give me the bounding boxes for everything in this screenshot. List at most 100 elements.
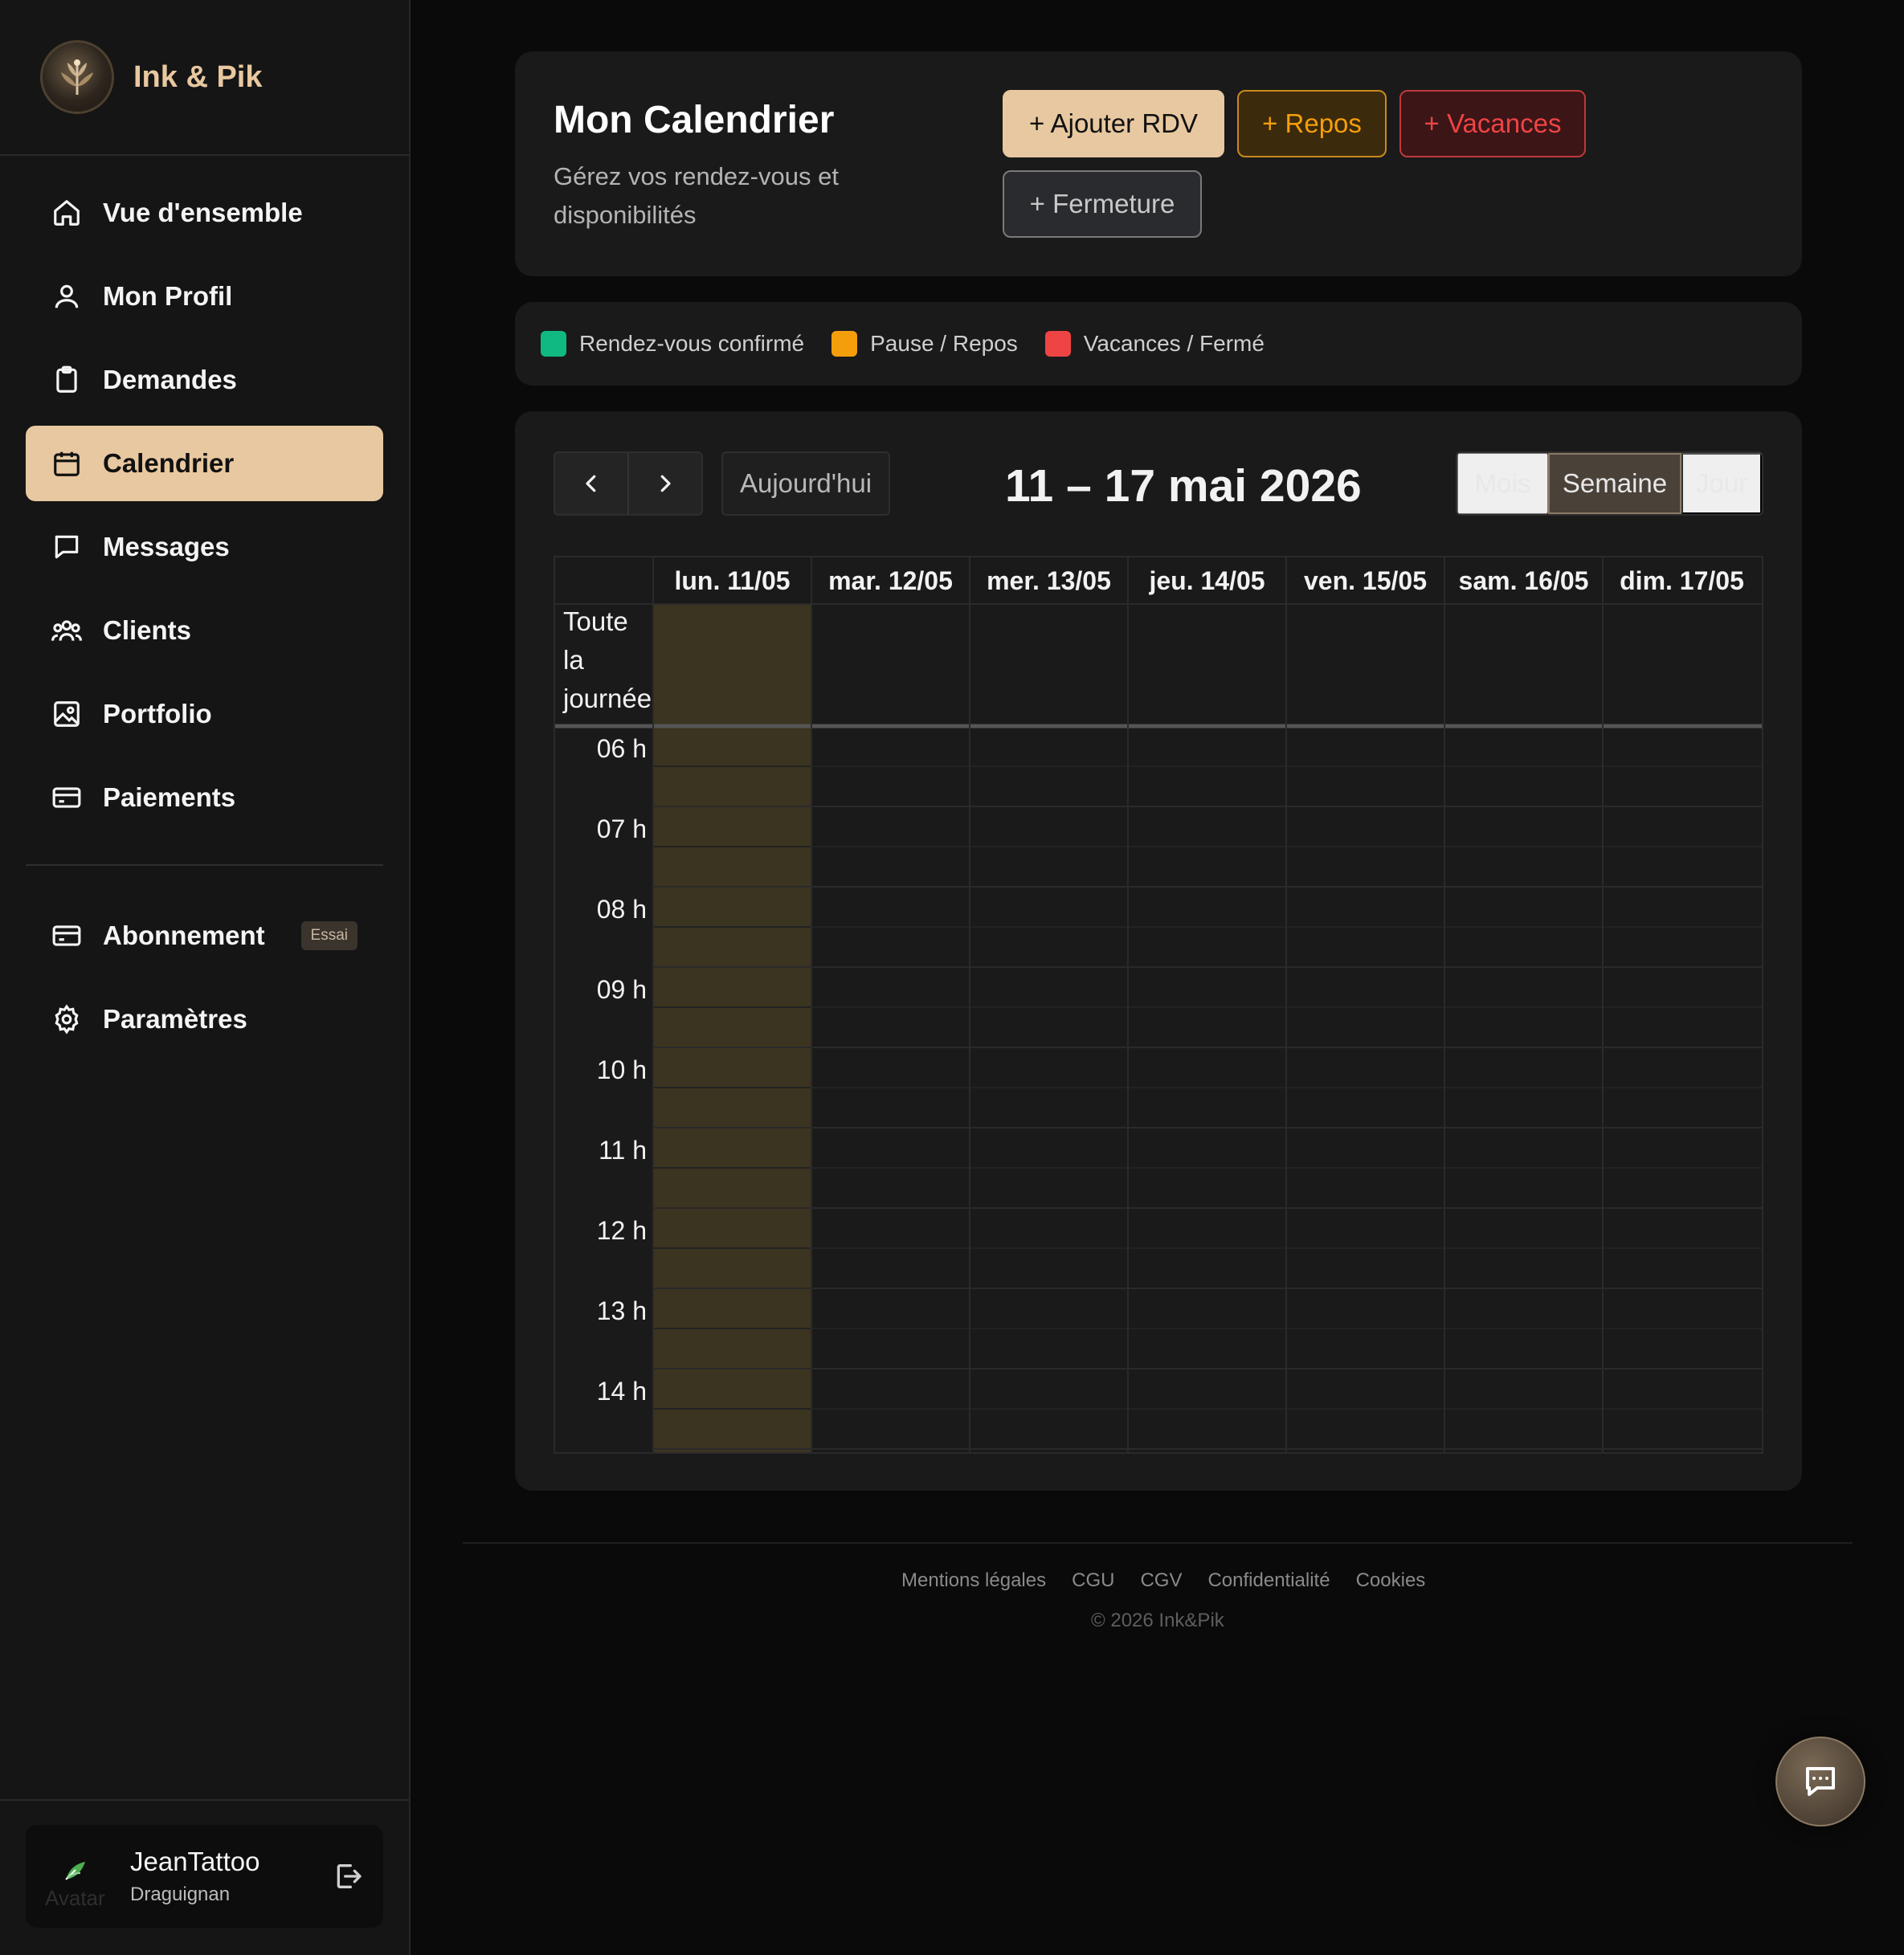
add-closure-button[interactable]: + Fermeture — [1003, 170, 1202, 238]
sidebar-item-overview[interactable]: Vue d'ensemble — [26, 175, 383, 251]
sidebar-item-messages[interactable]: Messages — [26, 509, 383, 585]
footer-links: Mentions légales CGU CGV Confidentialité… — [901, 1569, 1451, 1592]
next-period-button[interactable] — [627, 453, 701, 514]
legend-label: Pause / Repos — [870, 331, 1018, 356]
clipboard-icon — [56, 365, 77, 393]
chevron-left-icon — [586, 475, 596, 492]
sidebar-item-label: Demandes — [103, 365, 237, 394]
hour-label: 08 h — [596, 895, 647, 924]
calendar-header-card: Mon Calendrier Gérez vos rendez-vous et … — [515, 51, 1802, 276]
image-icon — [54, 701, 80, 727]
allday-label: Toute la journée — [563, 606, 652, 713]
hour-label: 09 h — [596, 975, 647, 1004]
footer-link-cgu[interactable]: CGU — [1072, 1569, 1114, 1592]
week-grid: Toute la journée lun. 11/05 mar. 12/05 mer… — [554, 556, 1763, 1454]
today-button[interactable]: Aujourd'hui — [721, 451, 890, 516]
day-header[interactable]: lun. 11/05 — [653, 557, 811, 604]
sidebar-item-portfolio[interactable]: Portfolio — [26, 676, 383, 752]
legend-swatch — [541, 331, 566, 357]
footer-link-cookies[interactable]: Cookies — [1356, 1569, 1426, 1592]
user-area: Avatar JeanTattoo Draguignan — [0, 1799, 409, 1955]
sidebar-item-clients[interactable]: Clients — [26, 593, 383, 668]
period-nav — [554, 451, 703, 516]
legend-label: Rendez-vous confirmé — [579, 331, 805, 356]
calendar-card: Aujourd'hui 11 – 17 mai 2026 Mois Semain… — [515, 411, 1802, 1491]
hour-label: 14 h — [596, 1377, 647, 1406]
footer-link-privacy[interactable]: Confidentialité — [1207, 1569, 1330, 1592]
page-subtitle: Gérez vos rendez-vous et disponibilités — [554, 162, 839, 229]
view-week-button[interactable]: Semaine — [1548, 453, 1681, 514]
legend-item-rest: Pause / Repos — [831, 331, 1018, 357]
add-vacation-button[interactable]: + Vacances — [1399, 90, 1586, 157]
card-icon — [52, 925, 81, 946]
broken-image-icon — [65, 1862, 85, 1880]
user-card[interactable]: Avatar JeanTattoo Draguignan — [26, 1825, 383, 1928]
avatar-alt-text: Avatar — [45, 1886, 105, 1908]
brand-logo-icon — [40, 40, 114, 114]
user-city: Draguignan — [130, 1884, 231, 1905]
sidebar: Ink & Pik Vue d'ensemble Mon Profil Dema… — [0, 0, 411, 1955]
footer-divider — [463, 1542, 1853, 1544]
page-title: Mon Calendrier — [554, 99, 835, 141]
hour-label: 06 h — [596, 734, 647, 763]
day-header[interactable]: ven. 15/05 — [1286, 557, 1444, 604]
avatar: Avatar — [45, 1844, 109, 1908]
week-grid-lines — [555, 557, 1762, 1452]
calendar-icon — [54, 451, 80, 476]
view-day-button[interactable]: Jour — [1681, 453, 1762, 514]
sidebar-item-requests[interactable]: Demandes — [26, 342, 383, 418]
user-name: JeanTattoo — [130, 1847, 260, 1876]
view-switcher: Mois Semaine Jour — [1456, 451, 1763, 516]
day-header[interactable]: sam. 16/05 — [1444, 557, 1603, 604]
add-appointment-button[interactable]: + Ajouter RDV — [1003, 90, 1224, 157]
hour-label: 10 h — [596, 1055, 647, 1084]
sidebar-item-subscription[interactable]: Abonnement Essai — [26, 898, 383, 973]
day-header[interactable]: dim. 17/05 — [1603, 557, 1761, 604]
user-icon — [55, 284, 79, 308]
footer-link-cgv[interactable]: CGV — [1140, 1569, 1182, 1592]
day-header[interactable]: mer. 13/05 — [970, 557, 1128, 604]
gear-icon — [55, 1004, 79, 1035]
legend-label: Vacances / Fermé — [1083, 331, 1265, 356]
sidebar-item-label: Portfolio — [103, 699, 212, 729]
legend-item-confirmed: Rendez-vous confirmé — [541, 331, 804, 357]
sidebar-item-profile[interactable]: Mon Profil — [26, 259, 383, 334]
sidebar-item-label: Clients — [103, 615, 192, 645]
sidebar-divider — [26, 864, 383, 866]
card-icon — [52, 787, 81, 808]
today-column-highlight — [653, 604, 811, 1452]
sidebar-item-calendar[interactable]: Calendrier — [26, 426, 383, 501]
copyright: © 2026 Ink&Pik — [1091, 1610, 1224, 1631]
logout-icon[interactable] — [332, 1860, 364, 1892]
message-icon — [55, 535, 79, 559]
chevron-right-icon — [660, 475, 671, 492]
chat-button[interactable] — [1775, 1737, 1865, 1826]
sidebar-item-label: Messages — [103, 532, 230, 561]
hour-label: 12 h — [596, 1216, 647, 1245]
brand-name: Ink & Pik — [133, 59, 263, 94]
users-icon — [51, 620, 82, 641]
sidebar-item-label: Paramètres — [103, 1004, 247, 1034]
sidebar-item-label: Calendrier — [103, 448, 235, 478]
sidebar-item-payments[interactable]: Paiements — [26, 760, 383, 835]
previous-period-button[interactable] — [555, 453, 627, 514]
sidebar-item-label: Mon Profil — [103, 281, 233, 311]
legend: Rendez-vous confirmé Pause / Repos Vacan… — [515, 302, 1802, 386]
trial-badge: Essai — [300, 921, 358, 950]
chat-icon — [1806, 1767, 1835, 1796]
sidebar-item-label: Paiements — [103, 782, 236, 812]
day-header[interactable]: jeu. 14/05 — [1128, 557, 1286, 604]
legend-item-vacation: Vacances / Fermé — [1044, 331, 1265, 357]
legend-swatch — [1044, 331, 1071, 357]
calendar-range-title: 11 – 17 mai 2026 — [1005, 460, 1362, 512]
add-rest-button[interactable]: + Repos — [1237, 90, 1387, 157]
user-info: JeanTattoo Draguignan — [130, 1847, 259, 1906]
sidebar-item-settings[interactable]: Paramètres — [26, 982, 383, 1057]
home-icon — [54, 200, 80, 226]
brand[interactable]: Ink & Pik — [0, 0, 409, 156]
day-header[interactable]: mar. 12/05 — [811, 557, 970, 604]
footer-link-legal[interactable]: Mentions légales — [901, 1569, 1046, 1592]
legend-swatch — [831, 331, 858, 357]
hour-label: 13 h — [596, 1296, 647, 1325]
view-month-button[interactable]: Mois — [1457, 453, 1548, 514]
